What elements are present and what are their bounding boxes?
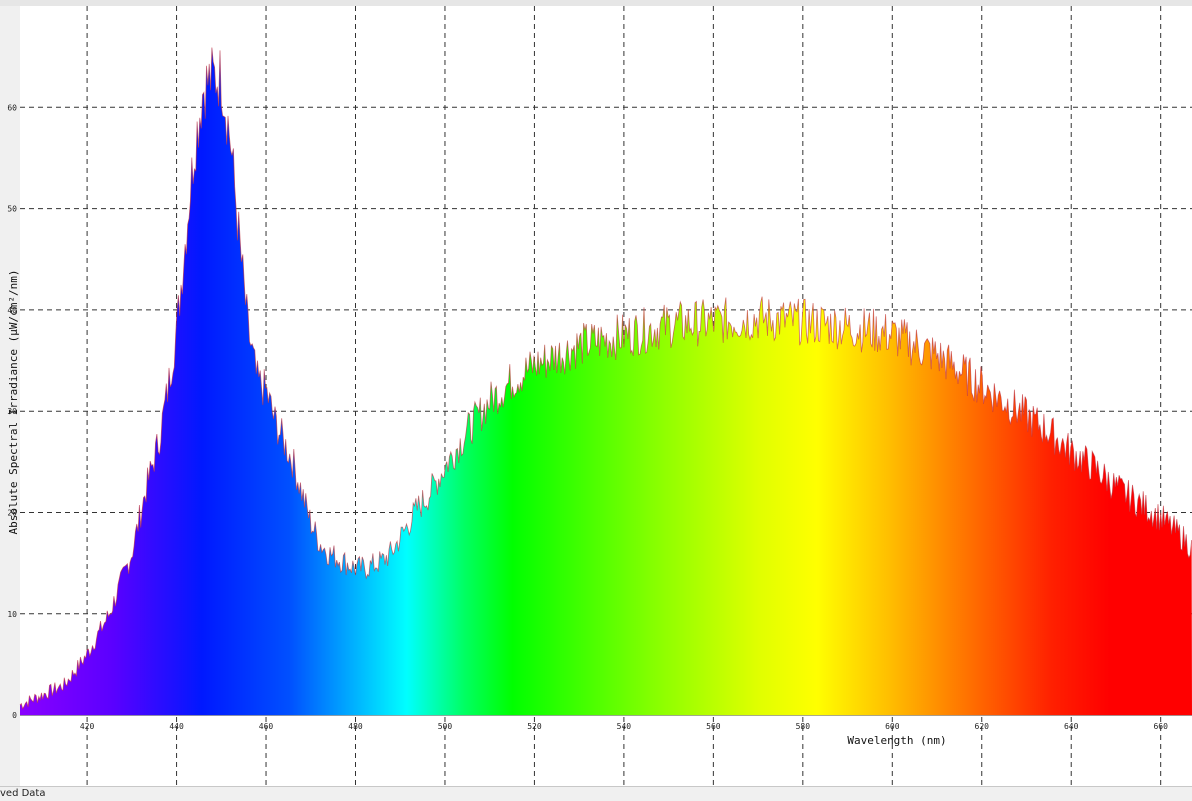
spectral-irradiance-chart: 420 440 460 480 500 520 540 560 580 600 620 640 660 0… xyxy=(7,6,1192,786)
x-tick-label: 600 xyxy=(885,722,900,731)
status-bar: ved Data xyxy=(0,786,1192,801)
x-tick-label: 420 xyxy=(80,722,95,731)
x-tick-label: 660 xyxy=(1153,722,1168,731)
y-tick-label: 0 xyxy=(12,711,17,720)
spectrum-plot-panel: 420 440 460 480 500 520 540 560 580 600 620 640 660 0… xyxy=(0,6,1192,786)
x-tick-label: 460 xyxy=(259,722,274,731)
x-tick-label: 500 xyxy=(438,722,453,731)
x-tick-label: 580 xyxy=(796,722,811,731)
y-tick-label: 50 xyxy=(7,205,17,214)
x-tick-label: 640 xyxy=(1064,722,1079,731)
y-axis-label: Absolute Spectral Irradiance (µW/cm²/nm) xyxy=(7,270,20,535)
status-text: ved Data xyxy=(0,788,46,799)
x-tick-label: 560 xyxy=(706,722,721,731)
x-tick-label: 440 xyxy=(169,722,184,731)
y-tick-label: 60 xyxy=(7,103,17,112)
x-tick-label: 540 xyxy=(617,722,632,731)
x-tick-label: 520 xyxy=(527,722,542,731)
x-axis-label: Wavelength (nm) xyxy=(847,734,946,747)
y-tick-label: 10 xyxy=(7,610,17,619)
x-tick-label: 620 xyxy=(975,722,990,731)
x-tick-label: 480 xyxy=(348,722,363,731)
